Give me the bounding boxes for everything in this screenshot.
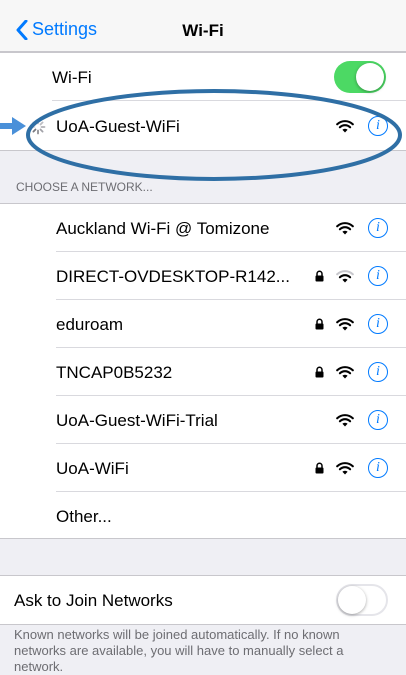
network-row[interactable]: TNCAP0B5232 i <box>0 348 406 396</box>
ask-to-join-row: Ask to Join Networks <box>0 576 406 624</box>
lock-icon <box>315 366 324 378</box>
network-name: eduroam <box>56 315 124 334</box>
wifi-signal-icon <box>336 318 354 331</box>
network-name: Auckland Wi-Fi @ Tomizone <box>56 219 270 238</box>
lock-icon <box>315 318 324 330</box>
network-row[interactable]: eduroam i <box>0 300 406 348</box>
wifi-signal-icon <box>336 462 354 475</box>
wifi-toggle-row: Wi-Fi <box>0 53 406 101</box>
ask-to-join-toggle[interactable] <box>336 584 388 616</box>
info-icon[interactable]: i <box>368 362 388 382</box>
network-row[interactable]: UoA-WiFi i <box>0 444 406 492</box>
ask-to-join-label: Ask to Join Networks <box>14 591 173 610</box>
info-icon[interactable]: i <box>368 410 388 430</box>
info-icon[interactable]: i <box>368 218 388 238</box>
toggle-knob <box>338 586 366 614</box>
info-icon[interactable]: i <box>368 458 388 478</box>
current-network-name: UoA-Guest-WiFi <box>56 117 180 136</box>
section-header: CHOOSE A NETWORK... <box>16 180 153 194</box>
loading-spinner-icon <box>30 119 46 135</box>
current-network-row[interactable]: UoA-Guest-WiFi i <box>0 102 406 150</box>
network-list: Auckland Wi-Fi @ Tomizone i DIRECT-OVDES… <box>0 203 406 539</box>
info-icon[interactable]: i <box>368 116 388 136</box>
network-row[interactable]: Auckland Wi-Fi @ Tomizone i <box>0 204 406 252</box>
wifi-signal-icon <box>336 414 354 427</box>
page-title: Wi-Fi <box>182 21 224 40</box>
network-row[interactable]: DIRECT-OVDESKTOP-R142... i <box>0 252 406 300</box>
network-name: TNCAP0B5232 <box>56 363 173 382</box>
wifi-toggle[interactable] <box>334 61 386 93</box>
info-icon[interactable]: i <box>368 314 388 334</box>
wifi-signal-icon <box>336 222 354 235</box>
pointer-arrow-icon <box>0 117 26 135</box>
wifi-toggle-label: Wi-Fi <box>52 68 92 87</box>
network-name: UoA-Guest-WiFi-Trial <box>56 411 218 430</box>
ask-to-join-group: Ask to Join Networks <box>0 575 406 625</box>
wifi-group: Wi-Fi UoA-Guest-WiFi i <box>0 52 406 151</box>
lock-icon <box>315 462 324 474</box>
toggle-knob <box>356 63 384 91</box>
other-network-row[interactable]: Other... <box>0 492 406 540</box>
network-name: UoA-WiFi <box>56 459 129 478</box>
info-icon[interactable]: i <box>368 266 388 286</box>
network-name: DIRECT-OVDESKTOP-R142... <box>56 267 290 286</box>
row-separator <box>52 100 406 101</box>
wifi-signal-icon <box>336 366 354 379</box>
footer-note: Known networks will be joined automatica… <box>14 627 344 674</box>
wifi-signal-icon <box>336 120 354 133</box>
network-row[interactable]: UoA-Guest-WiFi-Trial i <box>0 396 406 444</box>
lock-icon <box>315 270 324 282</box>
navigation-bar: Settings Wi-Fi <box>0 0 406 52</box>
other-network-label: Other... <box>56 507 112 526</box>
wifi-signal-weak-icon <box>336 270 354 283</box>
